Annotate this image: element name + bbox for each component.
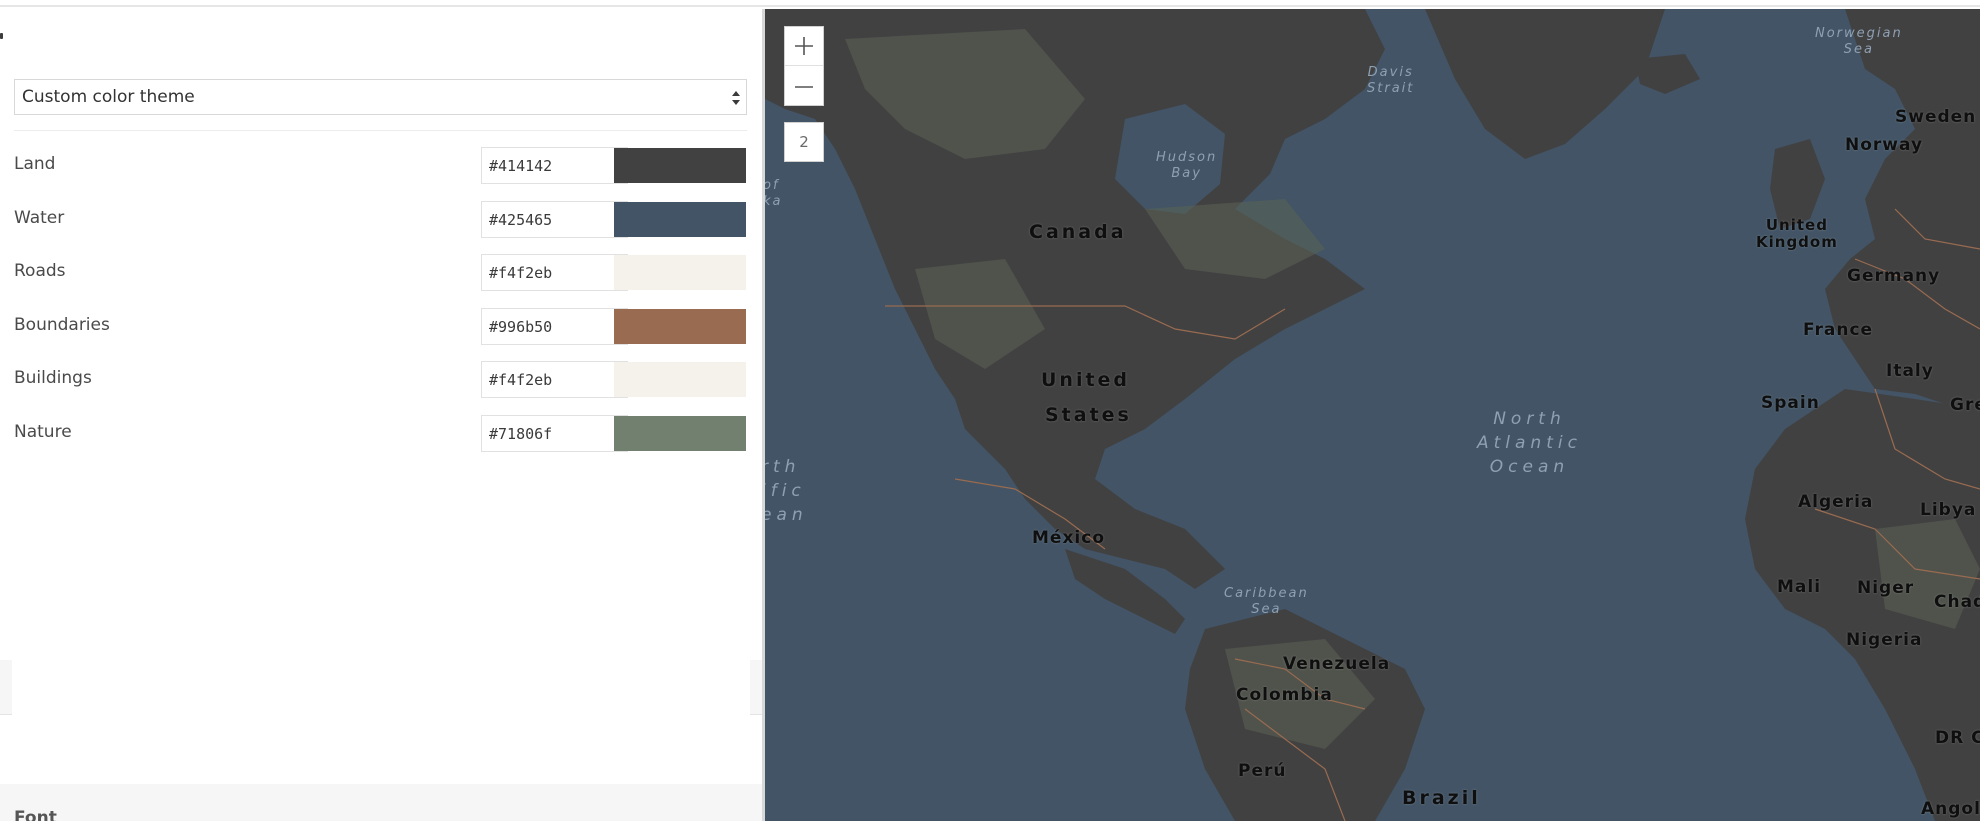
color-theme-select[interactable]: Custom color theme bbox=[14, 79, 747, 115]
map-label-north-atlantic-line3: Ocean bbox=[1489, 457, 1570, 477]
water-hex-input[interactable]: #425465 bbox=[481, 201, 628, 238]
font-section-label: Font bbox=[14, 808, 57, 821]
map-label-sweden: Sweden bbox=[1895, 107, 1977, 127]
color-theme-select-value: Custom color theme bbox=[22, 87, 195, 107]
color-row-water: Water #425465 bbox=[14, 201, 747, 239]
land-color-swatch[interactable] bbox=[614, 148, 746, 183]
color-row-land: Land #414142 bbox=[14, 147, 747, 185]
color-row-label: Water bbox=[14, 208, 65, 228]
map-label-north-atlantic-line2: Atlantic bbox=[1477, 433, 1582, 453]
zoom-in-button[interactable] bbox=[785, 27, 823, 66]
panel-edge-marker bbox=[0, 33, 3, 39]
color-row-label: Land bbox=[14, 154, 56, 174]
map-label-norway: Norway bbox=[1845, 135, 1924, 155]
top-border bbox=[0, 0, 1980, 7]
map-label-italy: Italy bbox=[1886, 361, 1934, 381]
map-label-mali: Mali bbox=[1777, 577, 1822, 597]
map-label-hudson-bay: Hudson Bay bbox=[1156, 150, 1217, 182]
map-label-norwegian-sea: Norwegian Sea bbox=[1815, 26, 1903, 58]
map-label-dr-c: DR C bbox=[1935, 728, 1980, 748]
map-label-north-pacific-ocean: rth ific ean bbox=[765, 455, 808, 527]
map-label-angola: Angola bbox=[1921, 799, 1980, 819]
plus-icon bbox=[795, 37, 813, 55]
map-label-caribbean-sea: Caribbean Sea bbox=[1224, 586, 1309, 618]
color-row-label: Boundaries bbox=[14, 315, 110, 335]
zoom-control bbox=[784, 26, 824, 106]
land-hex-input[interactable]: #414142 bbox=[481, 147, 628, 184]
boundaries-hex-input[interactable]: #996b50 bbox=[481, 308, 628, 345]
map-label-gulf-of-alaska-line1: of bbox=[765, 178, 780, 193]
map-label-hudson-bay-line2: Bay bbox=[1171, 166, 1202, 181]
map-label-canada: Canada bbox=[1029, 221, 1127, 243]
buildings-color-swatch[interactable] bbox=[614, 362, 746, 397]
map-label-gulf-of-alaska: of ka bbox=[765, 178, 783, 210]
color-row-roads: Roads #f4f2eb bbox=[14, 254, 747, 292]
nature-color-swatch[interactable] bbox=[614, 416, 746, 451]
map-label-brazil: Brazil bbox=[1402, 787, 1481, 809]
map-label-north-pacific-line1: rth bbox=[765, 457, 801, 477]
map-label-north-atlantic-line1: North bbox=[1493, 409, 1566, 429]
map-label-north-pacific-line3: ean bbox=[765, 505, 808, 525]
map-label-united-kingdom: United Kingdom bbox=[1756, 217, 1838, 251]
map-label-niger: Niger bbox=[1857, 578, 1915, 598]
map-label-norwegian-sea-line2: Sea bbox=[1843, 42, 1874, 57]
buildings-hex-input[interactable]: #f4f2eb bbox=[481, 361, 628, 398]
map-label-states: States bbox=[1045, 404, 1132, 426]
map-label-chad: Chad bbox=[1934, 592, 1980, 612]
zoom-out-button[interactable] bbox=[785, 67, 823, 106]
map-label-united: United bbox=[1041, 369, 1131, 391]
basemap-graphic bbox=[765, 9, 1980, 821]
color-row-nature: Nature #71806f bbox=[14, 415, 747, 453]
section-divider bbox=[14, 130, 747, 131]
map-label-nigeria: Nigeria bbox=[1846, 630, 1923, 650]
map-label-davis-strait: Davis Strait bbox=[1367, 65, 1414, 97]
map-label-united-kingdom-line1: United bbox=[1765, 216, 1828, 234]
color-row-label: Buildings bbox=[14, 368, 92, 388]
map-label-venezuela: Venezuela bbox=[1283, 654, 1391, 674]
map-label-spain: Spain bbox=[1761, 393, 1820, 413]
map-label-mexico: México bbox=[1032, 528, 1105, 548]
zoom-level-indicator: 2 bbox=[784, 122, 824, 162]
sort-arrows-icon bbox=[732, 91, 740, 105]
map-label-davis-strait-line2: Strait bbox=[1367, 81, 1415, 96]
water-color-swatch[interactable] bbox=[614, 202, 746, 237]
map-label-north-atlantic-ocean: North Atlantic Ocean bbox=[1477, 407, 1582, 479]
nature-hex-input[interactable]: #71806f bbox=[481, 415, 628, 452]
map-label-peru: Perú bbox=[1238, 761, 1287, 781]
map-label-colombia: Colombia bbox=[1236, 685, 1333, 705]
map-label-united-kingdom-line2: Kingdom bbox=[1756, 233, 1838, 251]
map-label-hudson-bay-line1: Hudson bbox=[1156, 150, 1218, 165]
map-label-caribbean-sea-line1: Caribbean bbox=[1224, 586, 1309, 601]
roads-hex-input[interactable]: #f4f2eb bbox=[481, 254, 628, 291]
boundaries-color-swatch[interactable] bbox=[614, 309, 746, 344]
map-label-algeria: Algeria bbox=[1798, 492, 1874, 512]
minus-icon bbox=[795, 85, 813, 88]
map-label-caribbean-sea-line2: Sea bbox=[1251, 602, 1282, 617]
color-row-boundaries: Boundaries #996b50 bbox=[14, 308, 747, 346]
map-view[interactable]: Canada United States México Venezuela Co… bbox=[765, 9, 1980, 821]
map-label-gulf-of-alaska-line2: ka bbox=[765, 194, 783, 209]
map-label-norwegian-sea-line1: Norwegian bbox=[1815, 26, 1903, 41]
roads-color-swatch[interactable] bbox=[614, 255, 746, 290]
font-section-header[interactable] bbox=[0, 784, 764, 821]
color-row-label: Roads bbox=[14, 261, 66, 281]
map-label-libya: Libya bbox=[1920, 500, 1977, 520]
map-label-north-pacific-line2: ific bbox=[765, 481, 806, 501]
map-label-france: France bbox=[1803, 320, 1874, 340]
color-row-buildings: Buildings #f4f2eb bbox=[14, 361, 747, 399]
map-label-davis-strait-line1: Davis bbox=[1367, 65, 1414, 80]
color-row-label: Nature bbox=[14, 422, 72, 442]
map-label-gre: Gre bbox=[1950, 395, 1980, 415]
map-label-germany: Germany bbox=[1847, 266, 1941, 286]
